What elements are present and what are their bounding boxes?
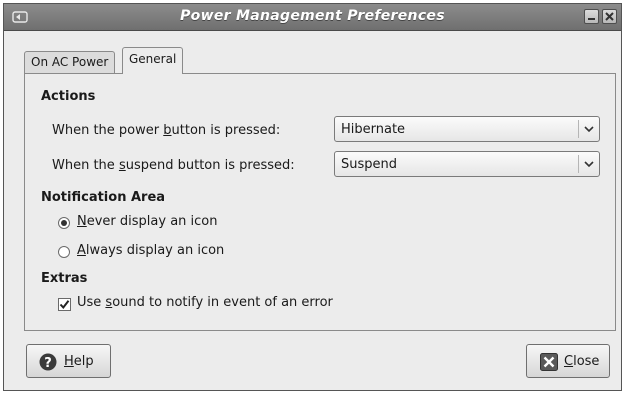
suspend-button-action-select[interactable]: Suspend — [334, 151, 600, 177]
actions-heading: Actions — [41, 89, 96, 104]
window-title: Power Management Preferences — [180, 8, 445, 24]
power-button-label: When the power button is pressed: — [52, 123, 281, 138]
chevron-down-icon — [584, 161, 594, 168]
power-button-action-select[interactable]: Hibernate — [334, 116, 600, 142]
minimize-icon — [588, 18, 595, 20]
selected-value: Hibernate — [341, 122, 406, 137]
tab-on-ac-power[interactable]: On AC Power — [24, 51, 116, 73]
extras-heading: Extras — [41, 271, 88, 286]
close-icon — [540, 353, 558, 371]
tab-label: General — [129, 52, 177, 66]
tab-general[interactable]: General — [122, 47, 184, 74]
selected-value: Suspend — [341, 157, 398, 172]
notification-area-heading: Notification Area — [41, 190, 166, 205]
close-x-icon — [605, 12, 614, 21]
svg-text:?: ? — [44, 356, 52, 371]
never-display-label[interactable]: Never display an icon — [77, 214, 217, 229]
suspend-button-label: When the suspend button is pressed: — [52, 158, 295, 173]
tab-label: On AC Power — [31, 55, 109, 69]
always-display-label[interactable]: Always display an icon — [77, 243, 224, 258]
help-icon: ? — [39, 353, 57, 371]
close-window-button[interactable] — [602, 9, 617, 24]
minimize-button[interactable] — [584, 9, 599, 24]
always-display-radio[interactable] — [58, 246, 70, 258]
never-display-radio[interactable] — [58, 217, 70, 229]
close-button[interactable]: Close — [526, 344, 610, 378]
radio-selected-dot — [61, 220, 67, 226]
help-button[interactable]: ? Help — [26, 344, 111, 378]
help-button-label: Help — [64, 354, 94, 369]
close-button-label: Close — [564, 354, 600, 369]
combo-separator — [578, 120, 579, 138]
checkmark-icon — [59, 300, 70, 310]
combo-separator — [578, 155, 579, 173]
title-bar[interactable]: Power Management Preferences — [4, 4, 621, 31]
sound-notify-label[interactable]: Use sound to notify in event of an error — [77, 295, 333, 310]
chevron-down-icon — [584, 126, 594, 133]
power-management-window: Power Management Preferences On AC Power… — [3, 3, 622, 391]
sound-notify-checkbox[interactable] — [58, 298, 71, 311]
general-panel: Actions When the power button is pressed… — [24, 73, 616, 331]
